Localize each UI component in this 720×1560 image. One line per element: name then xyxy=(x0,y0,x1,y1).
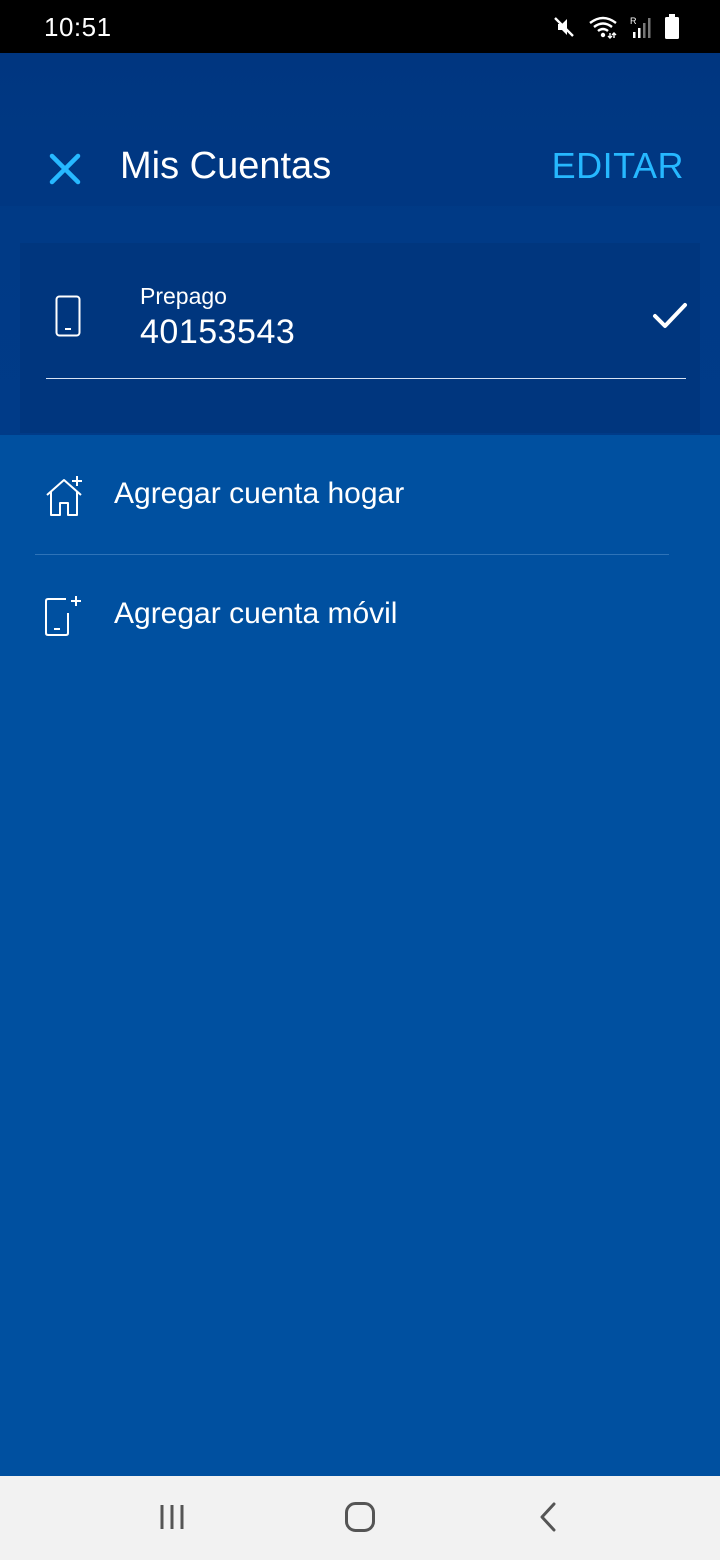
recent-apps-button[interactable] xyxy=(142,1498,202,1540)
header: Mis Cuentas EDITAR Prepago 40153543 xyxy=(0,53,720,435)
home-icon xyxy=(344,1501,376,1538)
back-icon xyxy=(537,1501,559,1538)
add-mobile-account-item[interactable]: Agregar cuenta móvil xyxy=(0,555,720,675)
svg-text:R: R xyxy=(630,16,637,26)
home-button[interactable] xyxy=(330,1498,390,1540)
wifi-icon xyxy=(588,15,618,39)
screen: 10:51 R Mis Cuentas EDITAR Prepago 40153… xyxy=(0,0,720,1560)
close-icon xyxy=(48,152,82,191)
toolbar: Mis Cuentas EDITAR xyxy=(0,130,720,206)
add-home-account-item[interactable]: Agregar cuenta hogar xyxy=(0,435,720,555)
battery-icon xyxy=(664,14,680,40)
mute-icon xyxy=(552,15,576,39)
recent-apps-icon xyxy=(157,1503,187,1536)
status-icons: R xyxy=(552,14,680,40)
edit-button[interactable]: EDITAR xyxy=(552,145,684,187)
phone-icon xyxy=(55,295,81,342)
account-row[interactable]: Prepago 40153543 xyxy=(46,243,688,379)
add-account-list: Agregar cuenta hogar Agregar cuenta móvi… xyxy=(0,435,720,675)
close-button[interactable] xyxy=(40,146,90,196)
account-card: Prepago 40153543 xyxy=(20,243,700,433)
status-bar: 10:51 R xyxy=(0,0,720,53)
navigation-bar xyxy=(0,1476,720,1560)
page-title: Mis Cuentas xyxy=(120,145,332,187)
add-home-account-label: Agregar cuenta hogar xyxy=(114,477,405,510)
account-number: 40153543 xyxy=(140,313,296,351)
account-type: Prepago xyxy=(140,283,227,309)
back-button[interactable] xyxy=(518,1498,578,1540)
add-mobile-account-label: Agregar cuenta móvil xyxy=(114,597,398,630)
status-time: 10:51 xyxy=(44,12,112,42)
check-icon xyxy=(652,301,688,336)
add-home-icon xyxy=(44,475,88,522)
signal-icon: R xyxy=(630,15,652,39)
add-mobile-icon xyxy=(44,595,88,642)
